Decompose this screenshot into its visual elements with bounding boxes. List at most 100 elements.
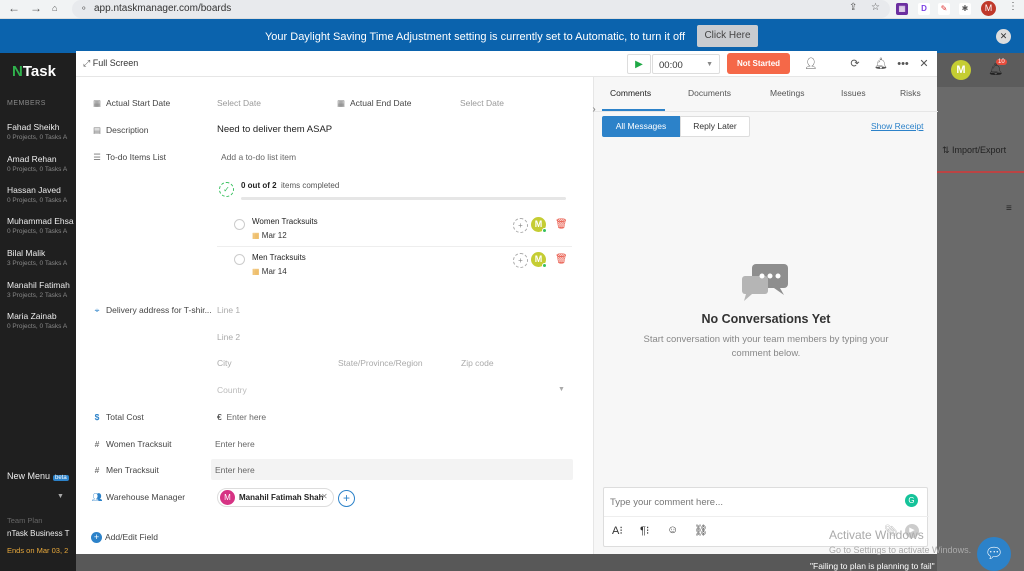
member-item[interactable]: Maria Zainab 0 Projects, 0 Tasks A [7,311,77,330]
tab-comments[interactable]: Comments [610,88,651,98]
kebab-menu-icon[interactable]: ⋮ [1008,1,1018,12]
address-city[interactable]: City [217,358,232,368]
paragraph-icon[interactable]: ¶⁝ [640,524,649,537]
trash-icon[interactable]: 🗑︎ [555,219,568,230]
forward-icon[interactable]: → [30,1,42,15]
play-icon[interactable]: ▶ [627,54,651,74]
description-value[interactable]: Need to deliver them ASAP [217,124,332,135]
member-item[interactable]: Fahad Sheikh 0 Projects, 0 Tasks A [7,122,77,141]
add-assignee-icon[interactable]: + [513,253,528,268]
add-assignee-icon[interactable]: + [513,218,528,233]
home-icon[interactable]: ⌂ [52,3,57,13]
empty-state-description: Start conversation with your team member… [643,334,889,359]
empty-state-title: No Conversations Yet [701,312,831,326]
timer-dropdown[interactable]: 00:00 ▼ [652,54,720,74]
member-item[interactable]: Muhammad Ehsa 0 Projects, 0 Tasks A [7,216,77,235]
chevron-down-icon[interactable]: ▼ [558,386,565,393]
collapse-chevron-icon[interactable]: ▼ [57,493,64,500]
actual-end-date[interactable]: Select Date [460,98,504,108]
all-messages-button[interactable]: All Messages [602,116,680,137]
add-user-button[interactable]: + [338,490,355,507]
actual-start-date[interactable]: Select Date [217,98,261,108]
online-dot [542,263,547,268]
address-line2[interactable]: Line 2 [217,332,240,342]
tab-issues[interactable]: Issues [841,88,866,98]
banner-message: Your Daylight Saving Time Adjustment set… [264,31,686,43]
background-bottom [76,554,937,571]
reply-later-button[interactable]: Reply Later [680,116,750,137]
member-item[interactable]: Hassan Javed 0 Projects, 0 Tasks A [7,185,77,204]
address-zip[interactable]: Zip code [461,358,494,368]
import-icon: ⇅ [942,145,953,155]
todo-input[interactable]: Add a to-do list item [221,152,296,162]
import-export-button[interactable]: ⇅ Import/Export [942,145,1006,156]
women-tracksuit-input[interactable]: Enter here [215,439,255,449]
new-menu-item[interactable]: New Menu beta [7,471,69,481]
extension-d-icon[interactable]: D [918,3,930,15]
pen-extension-icon[interactable]: ✎ [938,3,950,15]
link-icon[interactable]: ⛓ [694,524,708,537]
tab-documents[interactable]: Documents [688,88,731,98]
click-here-button[interactable]: Click Here [697,25,758,47]
men-tracksuit-field[interactable] [211,459,573,480]
todo-checkbox[interactable] [234,219,245,230]
share-icon[interactable]: ⇪ [849,2,857,13]
todo-progress-bar [241,197,566,200]
actual-start-label: ▦ Actual Start Date [92,98,171,108]
address-line1[interactable]: Line 1 [217,305,240,315]
status-button[interactable]: Not Started [727,53,790,74]
todo-checkbox[interactable] [234,254,245,265]
banner-close-icon[interactable]: ✕ [996,29,1011,44]
extension-icon[interactable]: ▦ [896,3,908,15]
menu-lines-icon[interactable]: ≡ [1006,203,1012,214]
text-format-icon[interactable]: A⁝ [612,524,623,537]
trash-icon[interactable]: 🗑︎ [555,254,568,265]
add-edit-field-button[interactable]: + Add/Edit Field [91,532,158,543]
chat-support-icon[interactable]: 💬︎ [977,537,1011,571]
back-icon[interactable]: ← [8,1,20,15]
repeat-icon[interactable]: ⟳ [847,56,863,72]
assignee-avatar: M [220,490,235,505]
puzzle-icon[interactable]: ✱ [959,3,971,15]
dst-banner: Your Daylight Saving Time Adjustment set… [0,19,1024,53]
bell-icon[interactable]: 🔔︎ [873,56,889,72]
calendar-icon: ▦ [252,267,260,276]
show-receipt-link[interactable]: Show Receipt [871,121,923,131]
add-assignee-icon[interactable]: 👤︎ [803,56,819,72]
total-cost-input[interactable]: € Enter here [217,412,266,422]
address-country[interactable]: Country [217,385,247,395]
todo-item[interactable]: Men Tracksuits ▦ Mar 14 + M 🗑︎ [217,247,572,281]
actual-end-label: ▦ Actual End Date [336,98,412,108]
emoji-icon[interactable]: ☺ [667,524,678,536]
member-item[interactable]: Amad Rehan 0 Projects, 0 Tasks A [7,154,77,173]
full-screen-button[interactable]: ⤢ Full Screen [83,58,138,69]
task-fields-pane: ▦ Actual Start Date Select Date ▦ Actual E… [76,77,593,554]
description-label: ▤ Description [92,125,149,135]
browser-toolbar: ← → ⌂ ⚬ app.ntaskmanager.com/boards ⇪ ☆ … [0,0,1024,19]
remove-icon[interactable]: ✕ [321,492,328,501]
comment-input[interactable]: Type your comment here... [610,497,723,508]
tab-meetings[interactable]: Meetings [770,88,805,98]
delivery-label: ⌖ Delivery address for T-shir... [91,305,212,316]
top-right-bar: M 🔔︎ 10 [936,53,1024,87]
profile-avatar[interactable]: M [981,1,996,16]
activate-windows-title: Activate Windows [829,528,924,542]
address-bar[interactable]: ⚬ app.ntaskmanager.com/boards ⇪ ☆ [72,0,890,18]
comments-pane: › Comments Documents Meetings Issues Ris… [592,77,938,554]
member-item[interactable]: Bilal Malik 3 Projects, 0 Tasks A [7,248,77,267]
men-tracksuit-input[interactable]: Enter here [215,465,255,475]
todo-date[interactable]: ▦ Mar 14 [252,267,287,276]
tab-risks[interactable]: Risks [900,88,921,98]
expand-icon: ⤢ [83,58,93,68]
grammarly-icon[interactable]: G [905,494,918,507]
user-avatar[interactable]: M [951,60,971,80]
footer-quote: "Failing to plan is planning to fail" [810,561,935,571]
close-icon[interactable]: ✕ [916,56,932,72]
todo-item[interactable]: Women Tracksuits ▦ Mar 12 + M 🗑︎ [217,211,572,247]
member-item[interactable]: Manahil Fatimah 3 Projects, 2 Tasks A [7,280,77,299]
assignee-chip[interactable]: M Manahil Fatimah Shah ✕ [217,488,334,507]
address-state[interactable]: State/Province/Region [338,358,423,368]
todo-date[interactable]: ▦ Mar 12 [252,231,287,240]
more-icon[interactable]: ••• [895,56,911,72]
star-icon[interactable]: ☆ [871,2,880,13]
